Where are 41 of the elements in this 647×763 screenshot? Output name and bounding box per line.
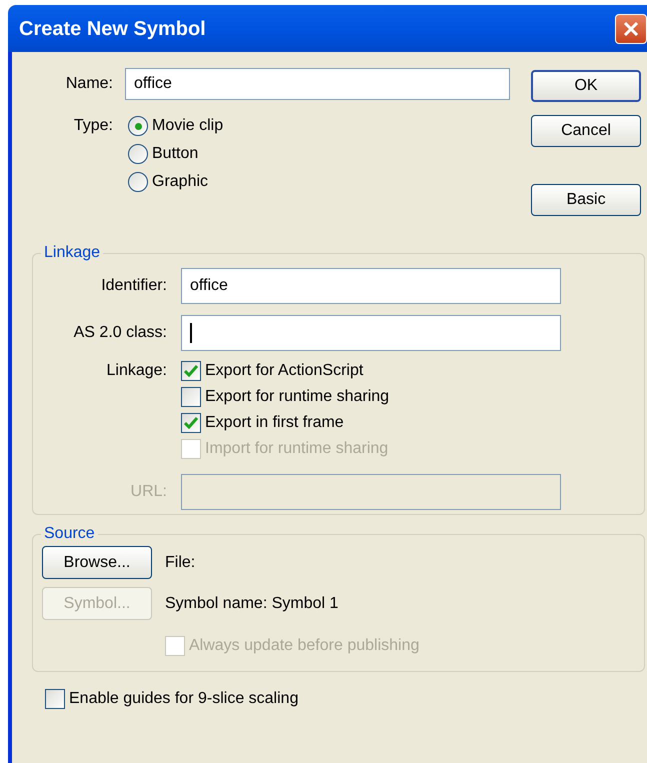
group-title: Source <box>43 525 96 543</box>
group-title: Linkage <box>43 244 102 262</box>
checkbox-label: Always update before publishing <box>189 636 420 656</box>
close-button[interactable] <box>615 14 647 44</box>
file-label: File: <box>165 552 196 572</box>
field-label: Type: <box>72 116 113 136</box>
symbol-name: Symbol name: Symbol 1 <box>165 594 338 614</box>
radio-label: Button <box>152 144 198 164</box>
checkbox[interactable] <box>45 689 65 709</box>
checkbox[interactable] <box>181 361 201 381</box>
dialog-button[interactable]: Cancel <box>531 115 641 147</box>
checkbox-label: Import for runtime sharing <box>205 439 388 459</box>
field-label: Linkage: <box>106 361 167 381</box>
checkbox-label: Export for ActionScript <box>205 361 364 381</box>
dialog-button[interactable]: OK <box>531 70 641 102</box>
text-field[interactable] <box>181 315 561 351</box>
checkbox[interactable] <box>181 387 201 407</box>
text-field[interactable]: office <box>181 268 561 304</box>
dialog-button[interactable]: Browse... <box>42 546 152 579</box>
dialog-button[interactable]: Basic <box>531 184 641 216</box>
checkbox[interactable] <box>181 413 201 433</box>
checkmark-icon <box>184 417 198 429</box>
name-field[interactable]: office <box>125 68 510 100</box>
field-label: URL: <box>130 482 167 502</box>
radio-button[interactable] <box>128 172 148 192</box>
checkbox-label: Export in first frame <box>205 413 344 433</box>
checkbox-label: Export for runtime sharing <box>205 387 390 407</box>
field-label: AS 2.0 class: <box>72 323 167 343</box>
field-label: Identifier: <box>100 276 167 296</box>
checkbox-label: Enable guides for 9-slice scaling <box>69 689 298 709</box>
field-value: office <box>190 276 228 296</box>
radio-button[interactable] <box>128 116 148 136</box>
radio-label: Graphic <box>152 172 208 192</box>
text-cursor <box>190 323 192 343</box>
close-icon <box>623 20 639 36</box>
radio-button[interactable] <box>128 144 148 164</box>
field-label: Name: <box>64 74 113 94</box>
checkmark-icon <box>184 365 198 377</box>
radio-label: Movie clip <box>152 116 224 136</box>
window-title: Create New Symbol <box>19 16 206 42</box>
field-value: office <box>134 74 172 94</box>
